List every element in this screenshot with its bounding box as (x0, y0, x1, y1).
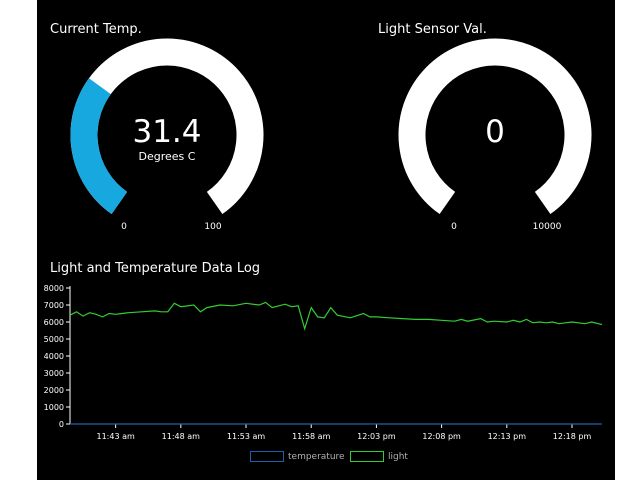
temp-gauge-unit: Degrees C (138, 150, 196, 163)
x-tick-label: 12:03 pm (357, 432, 396, 441)
x-tick-label: 12:13 pm (488, 432, 527, 441)
legend-item-temperature[interactable]: temperature (250, 451, 345, 465)
y-tick-label: 6000 (44, 318, 64, 327)
y-tick-label: 2000 (44, 386, 64, 395)
legend-item-light[interactable]: light (350, 451, 408, 465)
light-gauge-title: Light Sensor Val. (378, 22, 487, 37)
data-log-chart: 0 1000 2000 3000 4000 5000 6000 7000 8000 11:43 a… (44, 284, 603, 441)
series-line-light (69, 301, 603, 331)
light-gauge-min-label: 0 (451, 222, 457, 232)
dashboard: Current Temp. 31.4 Degrees C 0 100 Light… (37, 0, 615, 480)
y-tick-label: 3000 (44, 369, 64, 378)
x-tick-label: 12:08 pm (422, 432, 461, 441)
legend-label-temperature: temperature (288, 452, 345, 462)
temp-gauge-value: 31.4 (132, 114, 202, 150)
y-tick-label: 7000 (44, 301, 64, 310)
y-tick-label: 8000 (44, 284, 64, 293)
x-tick-label: 11:48 am (162, 432, 201, 441)
light-gauge-value: 0 (485, 114, 505, 150)
x-tick-label: 11:53 am (227, 432, 266, 441)
chart-title: Light and Temperature Data Log (50, 261, 261, 276)
y-tick-label: 4000 (44, 352, 64, 361)
temperature-swatch (250, 451, 284, 462)
y-tick-label: 5000 (44, 335, 64, 344)
temp-gauge-max-label: 100 (204, 222, 222, 232)
temp-gauge-min-label: 0 (121, 222, 127, 232)
y-tick-label: 1000 (44, 403, 64, 412)
temp-gauge-fill (70, 78, 128, 215)
y-tick-label: 0 (59, 420, 64, 429)
legend-label-light: light (388, 452, 408, 462)
x-tick-label: 12:18 pm (553, 432, 592, 441)
x-tick-label: 11:43 am (96, 432, 135, 441)
x-tick-label: 11:58 am (292, 432, 331, 441)
light-gauge-max-label: 10000 (532, 222, 562, 232)
light-swatch (350, 451, 384, 462)
